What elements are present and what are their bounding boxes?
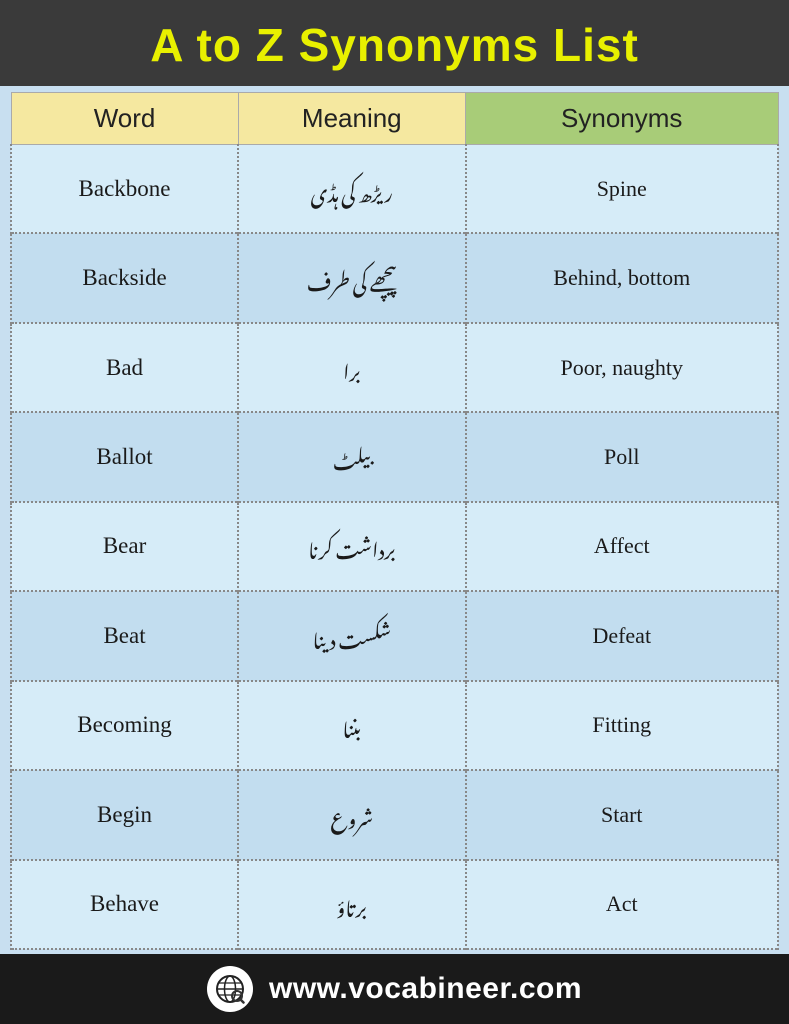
table-row: Beatشکست دیناDefeat (11, 591, 778, 680)
cell-synonyms: Fitting (466, 681, 779, 770)
table-row: Backsideپیچھے کی طرفBehind, bottom (11, 233, 778, 322)
cell-word: Ballot (11, 412, 238, 501)
cell-word: Begin (11, 770, 238, 859)
cell-meaning: پیچھے کی طرف (238, 233, 465, 322)
cell-meaning: بننا (238, 681, 465, 770)
cell-word: Bear (11, 502, 238, 591)
synonyms-table: Word Meaning Synonyms Backboneریڑھ کی ہڈ… (10, 92, 779, 950)
cell-word: Bad (11, 323, 238, 412)
column-header-word: Word (11, 93, 238, 145)
table-row: BallotبیلٹPoll (11, 412, 778, 501)
cell-synonyms: Poll (466, 412, 779, 501)
table-wrapper: Word Meaning Synonyms Backboneریڑھ کی ہڈ… (0, 86, 789, 954)
cell-meaning: برداشت کرنا (238, 502, 465, 591)
cell-synonyms: Spine (466, 145, 779, 234)
cell-synonyms: Start (466, 770, 779, 859)
cell-synonyms: Poor, naughty (466, 323, 779, 412)
footer-url: www.vocabineer.com (269, 972, 582, 1006)
cell-word: Backbone (11, 145, 238, 234)
cell-synonyms: Affect (466, 502, 779, 591)
table-row: BeginشروعStart (11, 770, 778, 859)
column-header-synonyms: Synonyms (466, 93, 779, 145)
cell-word: Backside (11, 233, 238, 322)
cell-word: Beat (11, 591, 238, 680)
table-row: BecomingبنناFitting (11, 681, 778, 770)
column-header-meaning: Meaning (238, 93, 465, 145)
table-row: Bearبرداشت کرناAffect (11, 502, 778, 591)
cell-word: Behave (11, 860, 238, 950)
cell-meaning: بیلٹ (238, 412, 465, 501)
cell-meaning: شکست دینا (238, 591, 465, 680)
table-row: BehaveبرتاؤAct (11, 860, 778, 950)
page-title: A to Z Synonyms List (10, 18, 779, 72)
cell-meaning: برتاؤ (238, 860, 465, 950)
cell-word: Becoming (11, 681, 238, 770)
cell-meaning: ریڑھ کی ہڈی (238, 145, 465, 234)
globe-svg (215, 974, 245, 1004)
cell-synonyms: Act (466, 860, 779, 950)
table-row: BadبراPoor, naughty (11, 323, 778, 412)
cell-synonyms: Behind, bottom (466, 233, 779, 322)
cell-synonyms: Defeat (466, 591, 779, 680)
table-row: Backboneریڑھ کی ہڈیSpine (11, 145, 778, 234)
cell-meaning: شروع (238, 770, 465, 859)
title-bar: A to Z Synonyms List (0, 0, 789, 86)
footer-bar: www.vocabineer.com (0, 954, 789, 1024)
cell-meaning: برا (238, 323, 465, 412)
table-header-row: Word Meaning Synonyms (11, 93, 778, 145)
www-globe-icon (207, 966, 253, 1012)
